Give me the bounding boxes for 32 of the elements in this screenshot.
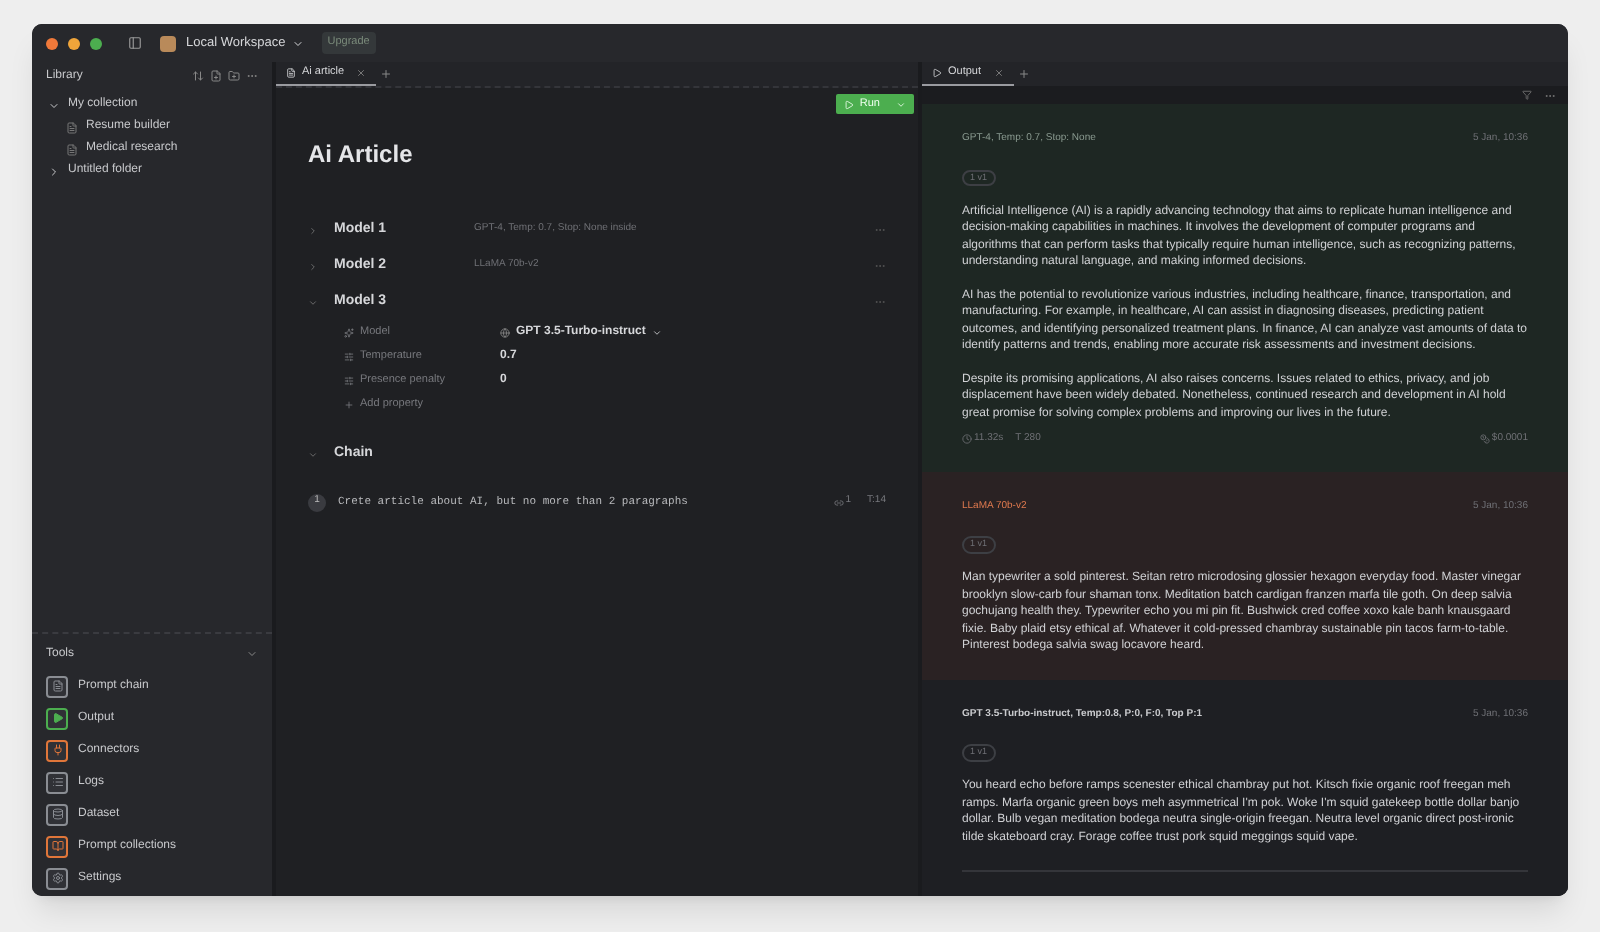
filter-icon[interactable] <box>1522 90 1532 100</box>
sliders-icon <box>344 351 354 361</box>
new-file-icon[interactable] <box>210 70 222 82</box>
globe-icon <box>500 327 510 337</box>
chevron-icon <box>896 99 906 109</box>
play-icon <box>843 99 854 109</box>
clock-icon <box>962 434 972 445</box>
sparkle-icon <box>344 327 354 337</box>
sidebar-toggle-icon[interactable] <box>128 36 142 50</box>
chevron-icon <box>651 327 662 337</box>
chevron-icon <box>48 165 60 177</box>
chevron-icon <box>308 225 318 235</box>
plus-icon <box>344 399 354 409</box>
document-icon <box>66 143 78 155</box>
chevron-icon <box>291 37 304 49</box>
document-title: Ai Article <box>308 138 415 172</box>
link-icon <box>833 497 844 507</box>
new-tab-icon[interactable] <box>1017 68 1030 80</box>
sort-icon[interactable] <box>192 70 204 82</box>
workspace-icon <box>160 35 176 51</box>
new-tab-icon[interactable] <box>380 68 393 80</box>
play-icon <box>932 68 942 78</box>
chevron-icon <box>308 297 318 307</box>
chevron-icon <box>308 261 318 271</box>
document-icon <box>66 121 78 133</box>
sliders-icon <box>344 375 354 385</box>
coins-icon <box>1479 434 1490 445</box>
document-icon <box>286 68 296 78</box>
collapse-icon[interactable] <box>246 648 258 660</box>
chevron-icon <box>48 99 60 111</box>
new-folder-icon[interactable] <box>228 70 240 82</box>
chevron-icon <box>308 449 318 459</box>
